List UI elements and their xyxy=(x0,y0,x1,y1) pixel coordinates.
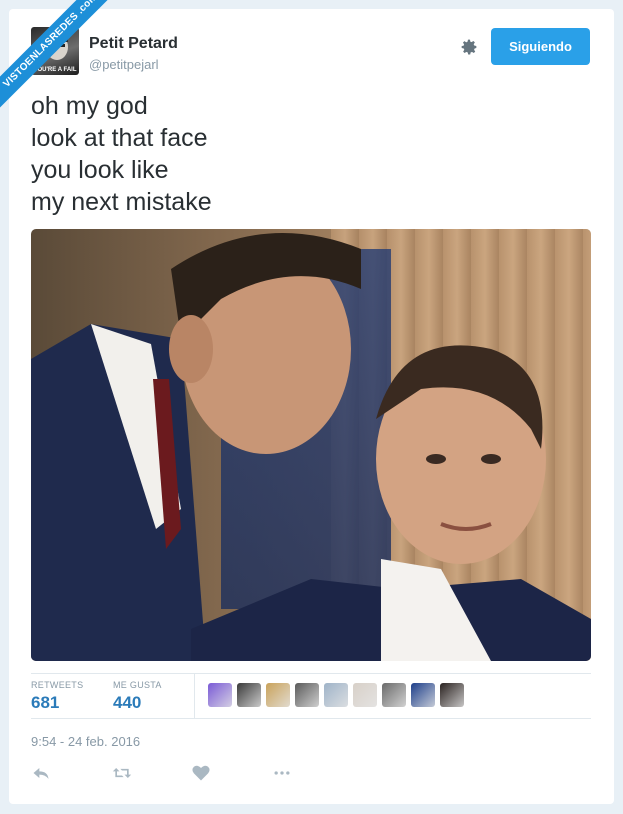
heart-icon[interactable] xyxy=(191,763,213,783)
tweet-photo[interactable] xyxy=(31,229,591,661)
watermark-ribbon: VISTOENLASREDES .com xyxy=(0,0,110,110)
liker-avatar[interactable] xyxy=(411,683,435,707)
stats-top-divider xyxy=(31,673,591,674)
stats-vertical-divider xyxy=(194,674,195,718)
reply-icon[interactable] xyxy=(31,763,53,783)
retweet-icon[interactable] xyxy=(111,763,133,783)
liker-avatar[interactable] xyxy=(353,683,377,707)
liker-avatar[interactable] xyxy=(208,683,232,707)
likes-label[interactable]: ME GUSTA xyxy=(113,680,162,690)
tweet-text-line: my next mistake xyxy=(31,188,212,216)
likes-count[interactable]: 440 xyxy=(113,693,141,713)
stats-bottom-divider xyxy=(31,718,591,719)
more-icon[interactable] xyxy=(271,763,293,783)
tweet-text-line: you look like xyxy=(31,156,169,184)
liker-avatar[interactable] xyxy=(237,683,261,707)
gear-icon[interactable] xyxy=(458,36,480,58)
liker-avatar[interactable] xyxy=(266,683,290,707)
liker-avatar[interactable] xyxy=(324,683,348,707)
retweets-count[interactable]: 681 xyxy=(31,693,59,713)
tweet-timestamp[interactable]: 9:54 - 24 feb. 2016 xyxy=(31,734,140,749)
retweets-label[interactable]: RETWEETS xyxy=(31,680,83,690)
following-button[interactable]: Siguiendo xyxy=(491,28,590,65)
liker-avatar[interactable] xyxy=(440,683,464,707)
liker-avatar[interactable] xyxy=(295,683,319,707)
tweet-text-line: look at that face xyxy=(31,124,208,152)
watermark-text: VISTOENLASREDES .com xyxy=(0,0,110,110)
photo-person-right xyxy=(191,345,591,661)
liker-avatar[interactable] xyxy=(382,683,406,707)
